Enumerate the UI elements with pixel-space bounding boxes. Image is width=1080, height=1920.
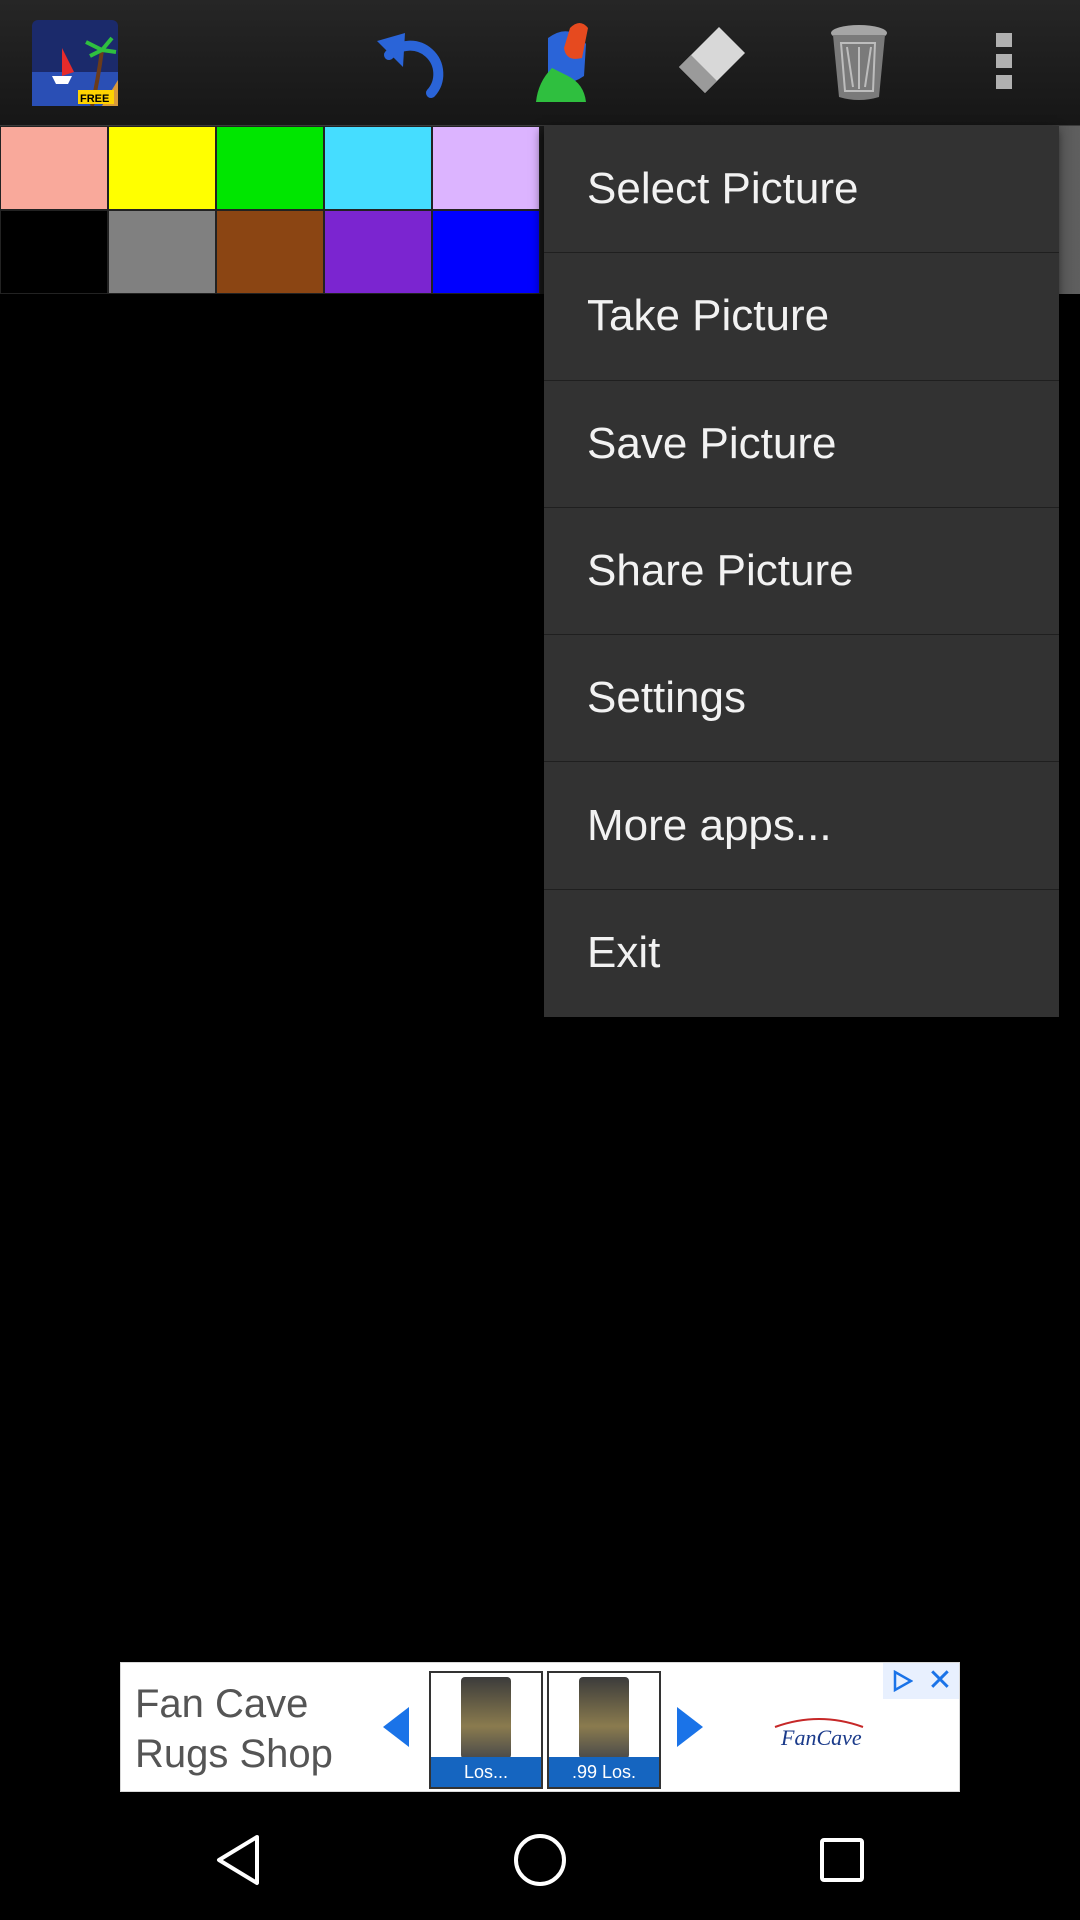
color-swatch[interactable] <box>324 126 432 210</box>
ad-thumbnail-caption: Los... <box>431 1757 541 1787</box>
menu-item-take-picture[interactable]: Take Picture <box>544 253 1059 381</box>
overflow-menu-button[interactable] <box>960 18 1048 108</box>
eraser-icon <box>671 21 751 106</box>
recent-apps-icon[interactable] <box>812 1830 872 1890</box>
menu-item-more-apps[interactable]: More apps... <box>544 762 1059 890</box>
system-nav-bar <box>0 1800 1080 1920</box>
menu-item-label: Take Picture <box>587 291 830 341</box>
menu-item-label: Save Picture <box>587 418 837 468</box>
color-swatch[interactable] <box>432 210 540 294</box>
menu-item-exit[interactable]: Exit <box>544 890 1059 1017</box>
menu-item-share-picture[interactable]: Share Picture <box>544 508 1059 636</box>
ad-product-thumbnail[interactable]: .99 Los. <box>547 1671 661 1789</box>
close-icon[interactable]: ✕ <box>921 1663 959 1699</box>
menu-item-label: More apps... <box>587 800 832 850</box>
product-image <box>579 1677 629 1759</box>
home-icon[interactable] <box>510 1830 570 1890</box>
app-badge-text: FREE <box>80 93 109 105</box>
ad-banner[interactable]: Fan Cave Rugs Shop Los... .99 Los. FanCa… <box>120 1662 960 1792</box>
menu-item-label: Settings <box>587 673 746 723</box>
back-icon[interactable] <box>208 1830 268 1890</box>
product-image <box>461 1677 511 1759</box>
ad-brand-logo: FanCave Rugs <box>771 1707 911 1755</box>
trash-icon <box>827 21 891 106</box>
color-swatch[interactable] <box>216 126 324 210</box>
fill-bucket-icon <box>530 18 600 109</box>
eraser-button[interactable] <box>664 18 758 108</box>
menu-item-label: Share Picture <box>587 546 854 596</box>
ad-title: Fan Cave Rugs Shop <box>135 1682 333 1776</box>
ad-logo-text: FanCave Rugs <box>780 1725 867 1750</box>
undo-button[interactable] <box>370 18 464 108</box>
ad-choices-icon[interactable] <box>883 1663 921 1699</box>
menu-item-save-picture[interactable]: Save Picture <box>544 381 1059 508</box>
color-swatch[interactable] <box>0 126 108 210</box>
ad-thumbnail-caption: .99 Los. <box>549 1757 659 1787</box>
top-toolbar: FREE <box>0 0 1080 126</box>
ad-prev-arrow-icon[interactable] <box>383 1707 409 1747</box>
color-swatch[interactable] <box>432 126 540 210</box>
undo-icon <box>375 21 459 106</box>
color-swatch[interactable] <box>108 126 216 210</box>
color-swatch[interactable] <box>324 210 432 294</box>
menu-item-label: Exit <box>587 928 661 978</box>
ad-product-thumbnail[interactable]: Los... <box>429 1671 543 1789</box>
app-logo-icon[interactable]: FREE <box>28 18 122 108</box>
trash-button[interactable] <box>812 18 906 108</box>
menu-item-settings[interactable]: Settings <box>544 635 1059 763</box>
color-swatch[interactable] <box>0 210 108 294</box>
overflow-menu: Select Picture Take Picture Save Picture… <box>544 126 1059 1017</box>
color-swatch[interactable] <box>216 210 324 294</box>
ad-next-arrow-icon[interactable] <box>677 1707 703 1747</box>
color-swatch[interactable] <box>108 210 216 294</box>
fill-button[interactable] <box>518 18 612 108</box>
more-vertical-icon <box>994 31 1014 96</box>
menu-item-label: Select Picture <box>587 164 859 214</box>
menu-item-select-picture[interactable]: Select Picture <box>544 126 1059 254</box>
